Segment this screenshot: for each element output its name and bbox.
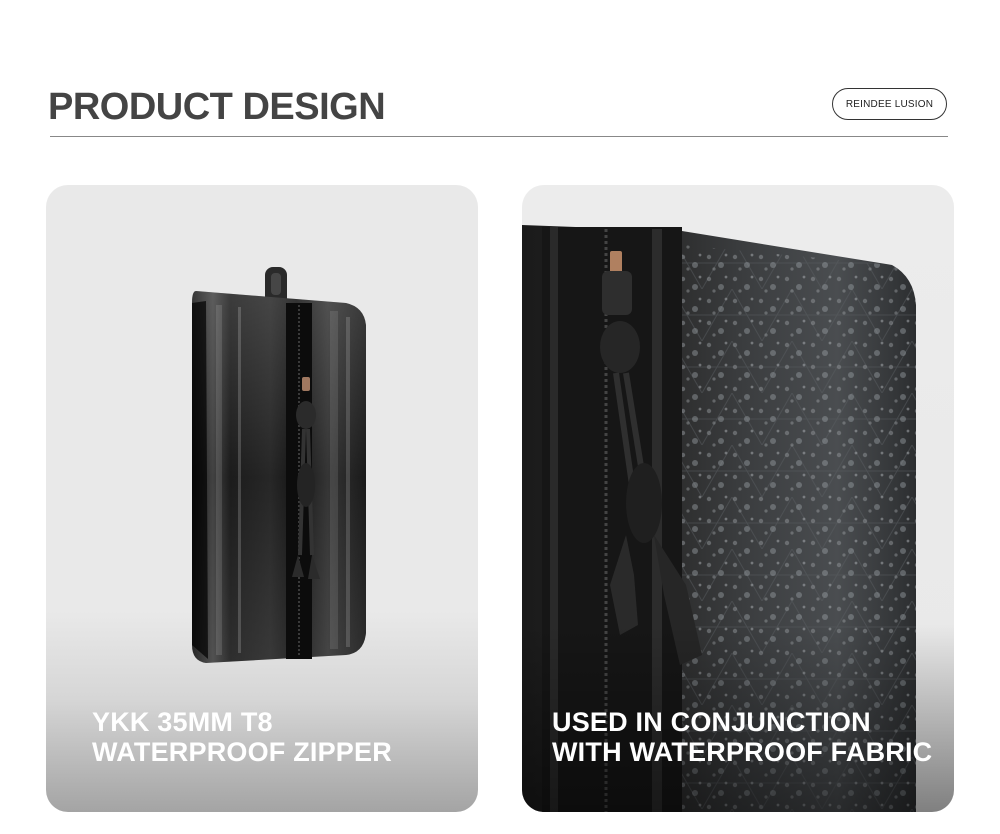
page-title: PRODUCT DESIGN (48, 86, 386, 128)
fabric-caption: USED IN CONJUNCTION WITH WATERPROOF FABR… (552, 707, 932, 767)
brand-badge: REINDEE LUSION (832, 88, 947, 120)
caption-line: USED IN CONJUNCTION (552, 707, 871, 737)
header-divider (50, 136, 948, 137)
caption-line: WITH WATERPROOF FABRIC (552, 737, 933, 767)
zipper-caption: YKK 35MM T8 WATERPROOF ZIPPER (92, 707, 392, 767)
caption-line: YKK 35MM T8 (92, 707, 273, 737)
fabric-feature-card: USED IN CONJUNCTION WITH WATERPROOF FABR… (522, 185, 954, 812)
caption-line: WATERPROOF ZIPPER (92, 737, 392, 767)
zipper-feature-card: YKK 35MM T8 WATERPROOF ZIPPER (46, 185, 478, 812)
